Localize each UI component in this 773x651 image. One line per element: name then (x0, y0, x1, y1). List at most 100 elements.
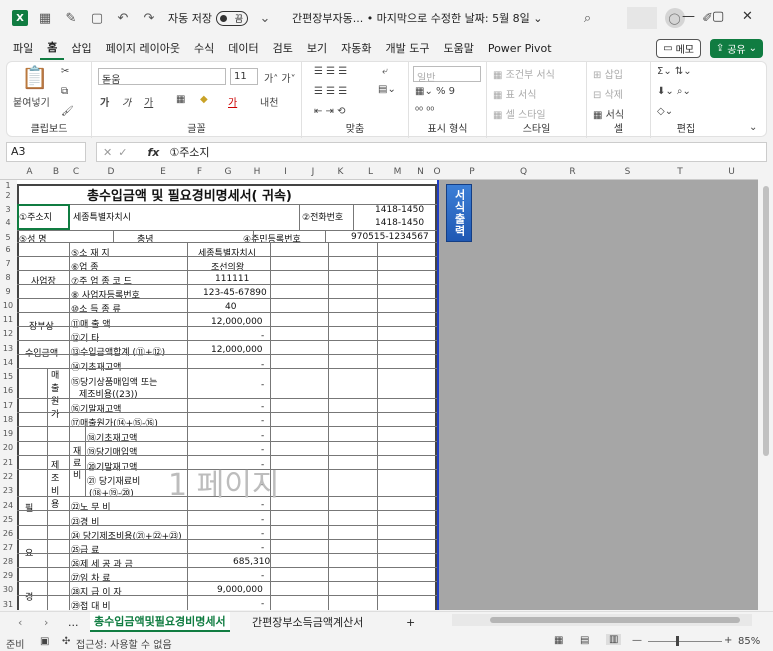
row20-value[interactable]: - (261, 445, 264, 455)
row-header[interactable]: 9 (0, 287, 16, 296)
memo-button[interactable]: ▭ 메모 (656, 39, 701, 58)
column-header[interactable]: B (42, 167, 70, 177)
row13-label[interactable]: ⑬수입금액합계 (⑪+⑫) (71, 345, 165, 358)
macro-record-icon[interactable]: ▣ (40, 636, 49, 647)
italic-icon[interactable]: 가 (122, 94, 131, 109)
row12-label[interactable]: ⑫기 타 (71, 331, 99, 344)
name-label[interactable]: ⑤성 명 (19, 232, 47, 245)
column-header[interactable]: E (140, 167, 186, 177)
clear-icon[interactable]: ◇⌄ (657, 106, 673, 117)
tab-developer[interactable]: 개발 도구 (378, 36, 436, 60)
account-avatar[interactable] (626, 7, 657, 29)
row-header[interactable]: 20 (0, 443, 16, 452)
tab-power-pivot[interactable]: Power Pivot (481, 36, 559, 60)
minimize-icon[interactable]: — (682, 9, 695, 24)
outside-print-area[interactable] (438, 180, 758, 610)
border-icon[interactable]: ▦ (176, 94, 185, 105)
material-label[interactable]: 재료비 (73, 446, 83, 482)
column-header[interactable]: T (655, 167, 705, 177)
maximize-icon[interactable]: ▢ (712, 9, 724, 24)
function-icon[interactable]: fx (147, 146, 159, 159)
add-sheet-button[interactable]: + (402, 612, 419, 632)
row28-value[interactable]: 685,310 (233, 557, 270, 567)
tab-home[interactable]: 홈 (40, 36, 65, 60)
zoom-in-icon[interactable]: + (724, 635, 732, 646)
row-header[interactable]: 12 (0, 329, 16, 338)
row-header[interactable]: 30 (0, 585, 16, 594)
column-header[interactable]: A (17, 167, 42, 177)
accounting-icon[interactable]: ▦⌄ % 9 (415, 86, 455, 97)
row-header[interactable]: 13 (0, 344, 16, 353)
undo-icon[interactable]: ↶ (114, 9, 132, 27)
row-header[interactable]: 23 (0, 486, 16, 495)
row-header[interactable]: 14 (0, 358, 16, 367)
collapse-ribbon-icon[interactable]: ⌄ (749, 122, 757, 133)
format-painter-icon[interactable]: 🖌 (61, 106, 74, 117)
phonetic-icon[interactable]: 내천 (260, 94, 278, 109)
accessibility-icon[interactable]: ✣ (62, 636, 70, 647)
new-doc-icon[interactable]: ▢ (88, 9, 106, 27)
row-header[interactable]: 6 (0, 245, 16, 254)
row7-value[interactable]: 조선의왕 (211, 260, 244, 273)
close-icon[interactable]: ✕ (742, 9, 753, 24)
zoom-level[interactable]: 85% (738, 636, 760, 647)
font-name-select[interactable]: 돋움 (98, 68, 226, 86)
column-header[interactable]: I (271, 167, 300, 177)
font-grow-icon[interactable]: 가˄ 가˅ (264, 70, 296, 85)
row-header[interactable]: 10 (0, 301, 16, 310)
row-header[interactable]: 26 (0, 529, 16, 538)
share-button[interactable]: ⇪ 공유 ⌄ (709, 39, 763, 58)
row-header[interactable]: 4 (0, 218, 16, 227)
column-header[interactable]: N (409, 167, 432, 177)
column-header[interactable]: D (82, 167, 140, 177)
row20-label[interactable]: ⑲당기매입액 (87, 445, 137, 458)
cell-styles-button[interactable]: ▦ 셀 스타일 (493, 106, 546, 121)
business-label[interactable]: 사업장 (31, 274, 56, 287)
font-size-select[interactable]: 11 (230, 68, 258, 85)
page-layout-view-icon[interactable]: ▤ (580, 635, 589, 646)
autosum-icon[interactable]: Σ⌄ ⇅⌄ (657, 66, 692, 77)
copy-icon[interactable]: ⧉ (61, 86, 68, 97)
row9-value[interactable]: 123-45-67890 (203, 288, 267, 298)
row10-value[interactable]: 40 (225, 302, 236, 312)
row-header[interactable]: 27 (0, 543, 16, 552)
fill-color-icon[interactable]: ◆ (200, 94, 208, 105)
grid-view-icon[interactable]: ▦ (36, 9, 54, 27)
sheet-tab-income-calc[interactable]: 간편장부소득금액계산서 (248, 612, 367, 632)
row25-label[interactable]: ㉓경 비 (71, 515, 99, 528)
column-header[interactable]: C (70, 167, 82, 177)
cogs-label[interactable]: 매출원가 (51, 370, 61, 422)
row27-value[interactable]: - (261, 543, 264, 553)
row8-label[interactable]: ⑦주 업 종 코 드 (71, 274, 132, 287)
row31-label[interactable]: ㉙접 대 비 (71, 599, 111, 610)
row-header[interactable]: 24 (0, 501, 16, 510)
name-box[interactable]: A3 (6, 142, 86, 162)
name-value[interactable]: 충녕 (137, 232, 154, 245)
formula-cancel-icon[interactable]: ✕✓ (103, 146, 133, 159)
zoom-slider-thumb[interactable] (676, 636, 679, 646)
tab-help[interactable]: 도움말 (436, 36, 480, 60)
row11-label[interactable]: ⑪매 출 액 (71, 317, 111, 330)
print-form-button[interactable]: 서식출력 (446, 184, 472, 242)
tab-file[interactable]: 파일 (6, 36, 40, 60)
income-label[interactable]: 수입금액 (25, 346, 58, 359)
mfg-cost-label[interactable]: 제조비용 (51, 460, 61, 512)
zoom-out-icon[interactable]: — (632, 635, 642, 646)
column-header[interactable]: F (186, 167, 213, 177)
row30-label[interactable]: ㉘지 급 이 자 (71, 585, 122, 598)
expense-label-1[interactable]: 필 (25, 501, 33, 514)
row14-label[interactable]: ⑭기초재고액 (71, 360, 121, 373)
row-header[interactable]: 5 (0, 233, 16, 242)
worksheet[interactable]: 총수입금액 및 필요경비명세서( 귀속) ①주소지 세종특별자치시 ②전화번호 … (17, 180, 438, 610)
row6-label[interactable]: ⑤소 재 지 (71, 246, 110, 259)
expense-label-3[interactable]: 경 (25, 590, 33, 603)
column-header[interactable]: O (432, 167, 442, 177)
phone-value-1[interactable]: 1418-1450 (375, 205, 424, 215)
format-painter-icon[interactable]: ✎ (62, 9, 80, 27)
accessibility-status[interactable]: 접근성: 사용할 수 없음 (76, 636, 172, 651)
row-header[interactable]: 15 (0, 372, 16, 381)
column-header[interactable]: J (300, 167, 326, 177)
document-title[interactable]: 간편장부자동... • 마지막으로 수정한 날짜: 5월 8일 ⌄ (292, 10, 543, 26)
vertical-scroll-thumb[interactable] (763, 186, 769, 456)
row17-value[interactable]: - (261, 402, 264, 412)
